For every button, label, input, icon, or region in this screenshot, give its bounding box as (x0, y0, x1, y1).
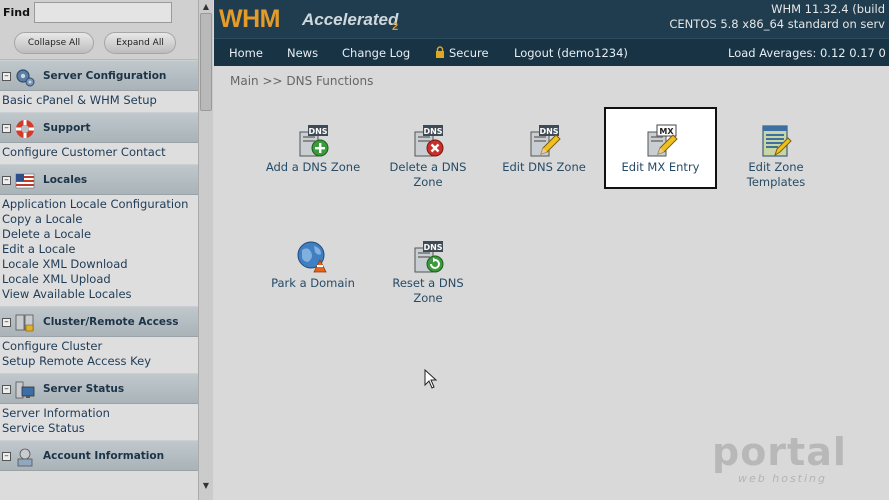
tile-reset-dns-zone[interactable]: DNS Reset a DNS Zone (373, 240, 483, 306)
park-domain-icon (297, 241, 327, 273)
nav-home[interactable]: Home (229, 46, 263, 60)
nav-secure[interactable]: Secure (449, 46, 489, 60)
left-scrollbar[interactable]: ▲ ▼ (198, 0, 213, 500)
scroll-up-arrow-icon[interactable]: ▲ (199, 0, 213, 13)
section-title: Account Information (43, 450, 165, 462)
tile-label: Edit MX Entry (621, 160, 700, 174)
whm-logo-accelerated: Accelerated (302, 10, 399, 29)
menu-link[interactable]: Delete a Locale (2, 227, 198, 242)
menu-link[interactable]: Locale XML Download (2, 257, 198, 272)
scroll-down-arrow-icon[interactable]: ▼ (199, 479, 213, 492)
tile-label: Delete a DNS (389, 160, 467, 174)
menu-link[interactable]: Setup Remote Access Key (2, 354, 198, 369)
menu-link[interactable]: Configure Customer Contact (2, 145, 198, 160)
version-line: WHM 11.32.4 (build (771, 2, 885, 16)
dns-reset-icon: DNS (414, 241, 444, 273)
section-title: Locales (43, 174, 88, 186)
section-account-information[interactable]: – Account Information (0, 440, 198, 471)
tile-label-line2: Zone (413, 175, 443, 189)
tile-edit-mx-entry[interactable]: MX Edit MX Entry (604, 124, 717, 175)
zone-templates-icon (762, 125, 792, 157)
section-title: Server Status (43, 383, 125, 395)
svg-text:DNS: DNS (423, 243, 442, 252)
whm-logo: WHM (219, 5, 280, 33)
menu-link[interactable]: Configure Cluster (2, 339, 198, 354)
dns-edit-icon: DNS (530, 125, 561, 157)
svg-text:MX: MX (659, 127, 674, 136)
menu-link[interactable]: Service Status (2, 421, 198, 436)
menu-link[interactable]: Server Information (2, 406, 198, 421)
collapse-minus-icon[interactable]: – (2, 72, 11, 81)
section-cluster-remote-access[interactable]: – Cluster/Remote Access (0, 306, 198, 337)
lock-icon (436, 46, 444, 58)
tile-label: Edit Zone (748, 160, 804, 174)
breadcrumb: Main >> DNS Functions (230, 74, 374, 88)
tile-label: Reset a DNS (392, 276, 464, 290)
whm-logo-version: 2 (392, 21, 399, 33)
tile-edit-dns-zone[interactable]: DNS Edit DNS Zone (489, 124, 599, 175)
dns-delete-icon: DNS (414, 125, 444, 157)
collapse-minus-icon[interactable]: – (2, 318, 11, 327)
gears-icon (16, 69, 35, 87)
mouse-pointer-icon (424, 369, 438, 389)
section-items: Basic cPanel & WHM Setup (0, 91, 198, 112)
menu-link[interactable]: Application Locale Configuration (2, 197, 198, 212)
expand-all-button[interactable]: Expand All (104, 32, 176, 54)
menu-link[interactable]: Edit a Locale (2, 242, 198, 257)
tile-label-line2: Templates (746, 175, 806, 189)
collapse-minus-icon[interactable]: – (2, 385, 11, 394)
section-support[interactable]: – Support (0, 112, 198, 143)
menu-link[interactable]: Basic cPanel & WHM Setup (2, 93, 198, 108)
tile-label: Add a DNS Zone (265, 160, 361, 174)
flag-icon (15, 173, 35, 189)
tile-add-dns-zone[interactable]: DNS Add a DNS Zone (258, 124, 368, 175)
menu-link[interactable]: View Available Locales (2, 287, 198, 302)
collapse-minus-icon[interactable]: – (2, 124, 11, 133)
mx-edit-icon: MX (647, 124, 678, 157)
tile-park-a-domain[interactable]: Park a Domain (258, 240, 368, 291)
svg-text:DNS: DNS (308, 127, 327, 136)
account-icon (17, 448, 33, 467)
tile-label: Park a Domain (271, 276, 355, 290)
tile-label: Edit DNS Zone (502, 160, 586, 174)
os-line: CENTOS 5.8 x86_64 standard on serv (669, 17, 885, 31)
find-input[interactable] (34, 2, 172, 23)
lifebuoy-icon (16, 120, 34, 138)
nav-changelog[interactable]: Change Log (342, 46, 410, 60)
version-info: WHM 11.32.4 (build CENTOS 5.8 x86_64 sta… (669, 2, 885, 32)
collapse-minus-icon[interactable]: – (2, 452, 11, 461)
section-title: Support (43, 122, 91, 134)
top-header: WHM Accelerated 2 WHM 11.32.4 (build CEN… (214, 0, 889, 38)
section-title: Cluster/Remote Access (43, 316, 179, 328)
section-server-configuration[interactable]: – Server Configuration (0, 60, 198, 91)
watermark-logo: portal web hosting (712, 432, 847, 485)
load-averages: Load Averages: 0.12 0.17 0 (728, 46, 886, 60)
nav-logout[interactable]: Logout (demo1234) (514, 46, 628, 60)
watermark-text: portal (712, 430, 847, 474)
section-items: Application Locale Configuration Copy a … (0, 195, 198, 306)
tile-label-line2: Zone (413, 291, 443, 305)
dns-add-icon: DNS (299, 125, 329, 157)
monitor-icon (15, 381, 35, 399)
svg-text:DNS: DNS (423, 127, 442, 136)
section-locales[interactable]: – Locales (0, 164, 198, 195)
menu-link[interactable]: Copy a Locale (2, 212, 198, 227)
section-items: Server Information Service Status (0, 404, 198, 440)
menu-link[interactable]: Locale XML Upload (2, 272, 198, 287)
tile-delete-dns-zone[interactable]: DNS Delete a DNS Zone (373, 124, 483, 190)
section-title: Server Configuration (43, 70, 167, 82)
section-items: Configure Customer Contact (0, 143, 198, 164)
scroll-thumb[interactable] (200, 13, 212, 111)
find-bar: Find Collapse All Expand All (0, 0, 198, 60)
nav-news[interactable]: News (287, 46, 318, 60)
find-label: Find (3, 6, 30, 19)
section-server-status[interactable]: – Server Status (0, 373, 198, 404)
tile-edit-zone-templates[interactable]: Edit Zone Templates (721, 124, 831, 190)
collapse-minus-icon[interactable]: – (2, 176, 11, 185)
top-navigation: Home News Change Log Secure Logout (demo… (214, 38, 889, 66)
collapse-all-button[interactable]: Collapse All (14, 32, 94, 54)
section-items: Configure Cluster Setup Remote Access Ke… (0, 337, 198, 373)
servers-lock-icon (15, 314, 34, 332)
left-navigation-frame: Find Collapse All Expand All – Server Co… (0, 0, 198, 500)
